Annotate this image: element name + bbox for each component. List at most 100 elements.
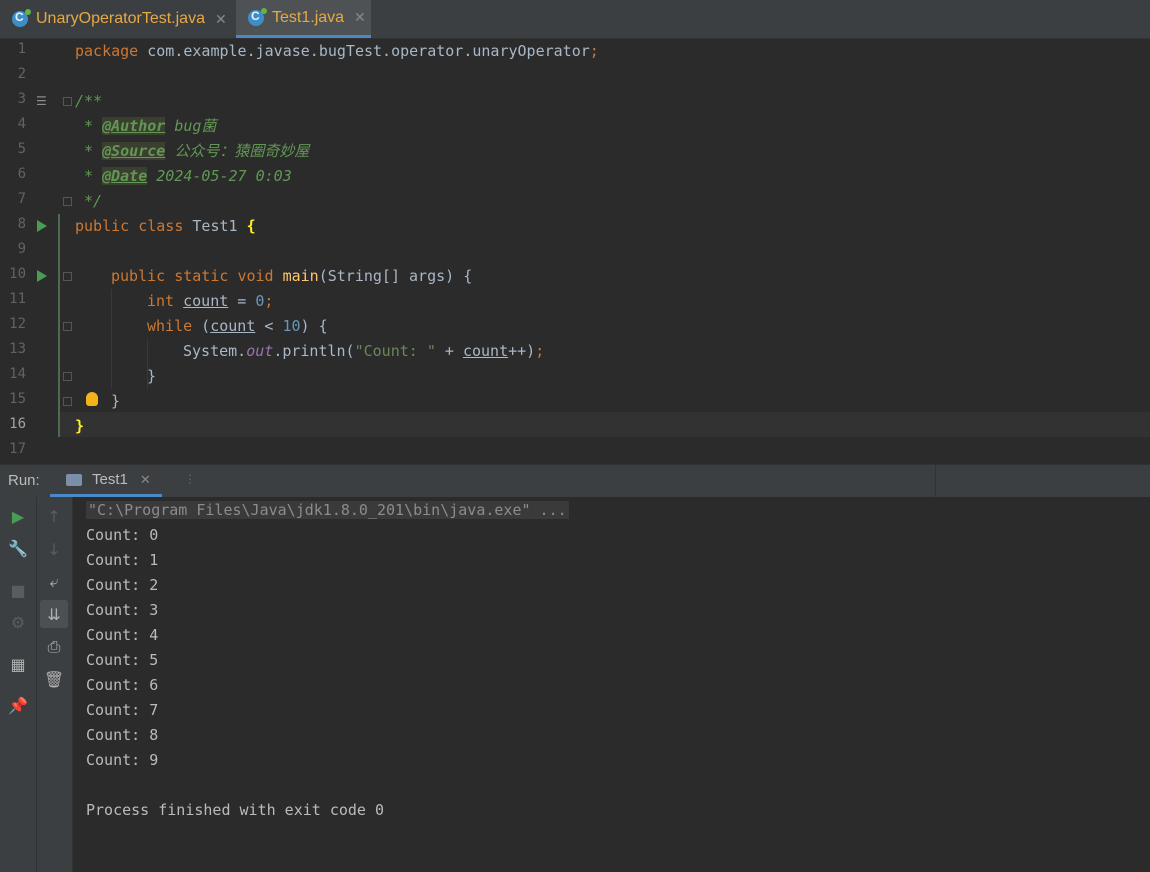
- semicolon: ;: [535, 342, 545, 360]
- operator: <: [255, 317, 283, 335]
- line-number: 9: [17, 241, 26, 257]
- rerun-icon[interactable]: ▶: [7, 505, 29, 527]
- doc-tag: @Source: [102, 142, 166, 160]
- operator: ++): [508, 342, 536, 360]
- console-line: Count: 5: [86, 651, 159, 669]
- code-line-3: /**: [75, 89, 102, 114]
- line-number: 4: [17, 116, 26, 132]
- editor-tab-bar: UnaryOperatorTest.java ✕ Test1.java ✕: [0, 0, 1150, 39]
- code-line-13: System.out.println("Count: " + count++);: [183, 339, 544, 364]
- variable: count: [210, 317, 256, 335]
- brace: }: [147, 367, 157, 385]
- keyword: int: [147, 292, 175, 310]
- doc-tag: @Author: [102, 117, 166, 135]
- line-number: 17: [9, 441, 26, 457]
- console-line: Count: 6: [86, 676, 159, 694]
- class-ref: System.: [183, 342, 247, 360]
- debug-settings-icon[interactable]: ⚙: [7, 611, 29, 633]
- down-arrow-icon[interactable]: ↓: [43, 538, 65, 560]
- code-editor[interactable]: 1 2 3 4 5 6 7 8 9 10 11 12 13 14 15 16 1…: [0, 39, 1150, 464]
- semicolon: ;: [264, 292, 274, 310]
- layout-icon[interactable]: ▦: [7, 653, 29, 675]
- brace: }: [75, 417, 85, 435]
- console-line: Count: 8: [86, 726, 159, 744]
- console-command: "C:\Program Files\Java\jdk1.8.0_201\bin\…: [86, 498, 569, 523]
- console-output[interactable]: "C:\Program Files\Java\jdk1.8.0_201\bin\…: [73, 497, 1150, 872]
- line-number: 1: [17, 41, 26, 57]
- doc-comment: */: [75, 192, 103, 210]
- doc-comment: /**: [75, 92, 103, 110]
- trash-icon[interactable]: 🗑: [43, 668, 65, 690]
- code-line-7: */: [75, 189, 102, 214]
- line-number: 14: [9, 366, 26, 382]
- line-number: 13: [9, 341, 26, 357]
- class-name: Test1: [183, 217, 247, 235]
- fold-icon[interactable]: [63, 322, 72, 331]
- tab-unary-operator-test[interactable]: UnaryOperatorTest.java ✕: [0, 0, 236, 38]
- line-number: 3: [17, 91, 26, 107]
- static-field: out: [246, 342, 274, 360]
- package-name: com.example.javase.bugTest.operator.unar…: [138, 42, 590, 60]
- tab-label: UnaryOperatorTest.java: [36, 10, 205, 27]
- doc-star: *: [75, 117, 103, 135]
- line-number: 16: [9, 416, 26, 432]
- console-line: Count: 9: [86, 751, 159, 769]
- method-call: .println(: [273, 342, 355, 360]
- pin-icon[interactable]: 📌: [7, 694, 29, 716]
- fold-icon[interactable]: [63, 397, 72, 406]
- method-name: main: [282, 267, 319, 285]
- fold-icon[interactable]: [63, 97, 72, 106]
- code-line-1: package com.example.javase.bugTest.opera…: [75, 39, 599, 64]
- doc-render-icon[interactable]: ☰: [36, 94, 47, 108]
- scroll-to-end-icon[interactable]: ⇊: [40, 600, 68, 628]
- operator: +: [435, 342, 463, 360]
- more-icon[interactable]: ⋮: [184, 472, 196, 486]
- paren: ) {: [300, 317, 328, 335]
- line-number: 12: [9, 316, 26, 332]
- close-icon[interactable]: ✕: [140, 472, 151, 488]
- code-line-8: public class Test1 {: [75, 214, 256, 239]
- code-line-15: }: [111, 389, 120, 414]
- line-number: 10: [9, 266, 26, 282]
- fold-icon[interactable]: [63, 197, 72, 206]
- code-line-11: int count = 0;: [147, 289, 273, 314]
- wrench-icon[interactable]: 🔧: [7, 537, 29, 559]
- line-number: 8: [17, 216, 26, 232]
- stop-icon[interactable]: ■: [7, 579, 29, 601]
- java-class-icon: [248, 7, 267, 26]
- current-line-highlight: [60, 412, 1150, 437]
- close-icon[interactable]: ✕: [354, 9, 366, 26]
- variable: count: [462, 342, 509, 360]
- paren: (: [192, 317, 211, 335]
- run-tool-window-header: Run: Test1 ✕ ⋮: [0, 464, 1150, 498]
- up-arrow-icon[interactable]: ↑: [43, 505, 65, 527]
- keyword: while: [147, 317, 193, 335]
- indent-guide: [111, 289, 112, 389]
- java-class-icon: [12, 9, 31, 27]
- code-line-14: }: [147, 364, 156, 389]
- run-class-icon[interactable]: [37, 220, 47, 232]
- tab-test1[interactable]: Test1.java ✕: [236, 0, 371, 38]
- console-line: Count: 3: [86, 601, 159, 619]
- close-icon[interactable]: ✕: [215, 11, 227, 28]
- lightbulb-icon[interactable]: [86, 392, 98, 406]
- line-number: 7: [17, 191, 26, 207]
- doc-value: 2024-05-27 0:03: [147, 167, 292, 185]
- keyword: public: [111, 267, 166, 285]
- process-finished-message: Process finished with exit code 0: [86, 801, 385, 819]
- soft-wrap-icon[interactable]: ⤶: [43, 571, 65, 593]
- fold-icon[interactable]: [63, 372, 72, 381]
- run-tab-test1[interactable]: Test1 ✕: [50, 465, 162, 497]
- scope-indicator: [58, 214, 60, 437]
- console-toolbar: ↑ ↓ ⤶ ⇊ ⎙ 🗑: [37, 497, 73, 872]
- variable: count: [183, 292, 229, 310]
- run-main-icon[interactable]: [37, 270, 47, 282]
- doc-value: 公众号：猿圈奇妙屋: [165, 142, 310, 160]
- operator: =: [228, 292, 256, 310]
- string-literal: "Count: ": [354, 342, 436, 360]
- run-tab-label: Test1: [92, 471, 128, 488]
- fold-icon[interactable]: [63, 272, 72, 281]
- tab-label: Test1.java: [272, 8, 345, 26]
- print-icon[interactable]: ⎙: [43, 636, 65, 658]
- divider: [935, 465, 936, 497]
